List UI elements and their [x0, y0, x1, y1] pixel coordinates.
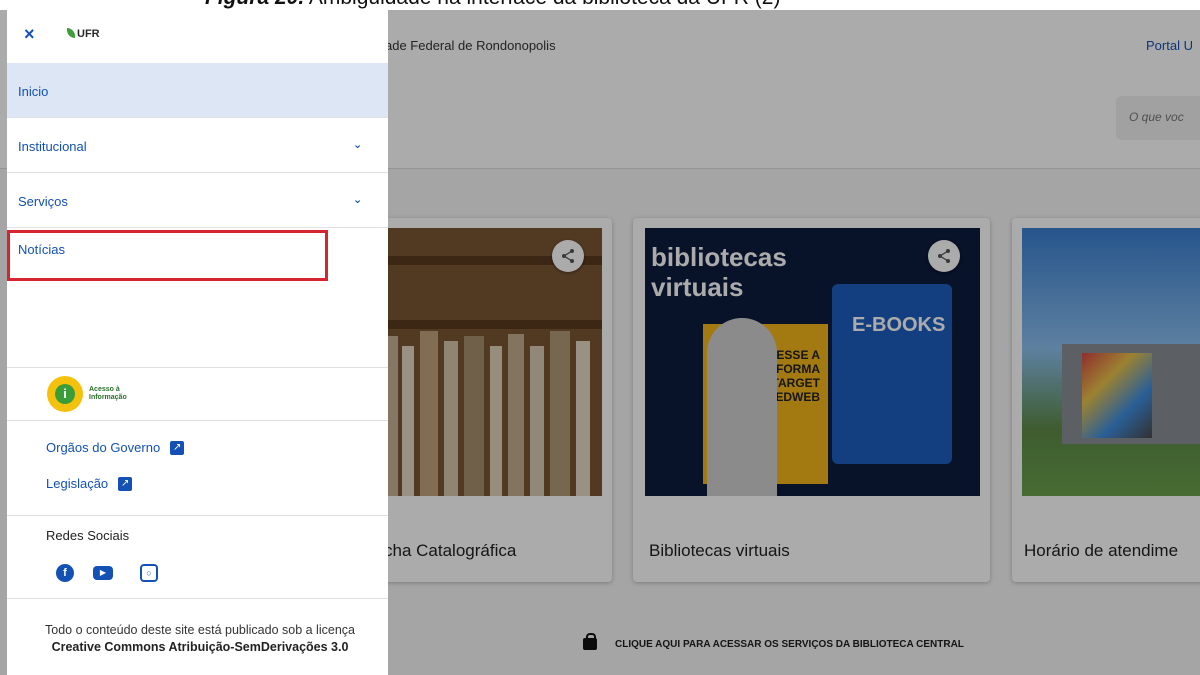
- nav-item-label: Institucional: [18, 139, 87, 154]
- highlight-box: [7, 230, 328, 281]
- license-text: Todo o conteúdo deste site está publicad…: [27, 622, 373, 656]
- chevron-down-icon[interactable]: ⌄: [353, 138, 362, 151]
- external-link-icon: ↗: [118, 476, 133, 491]
- nav-item-inicio[interactable]: Inicio: [7, 63, 388, 118]
- legislacao-link[interactable]: Legislação ↗: [46, 476, 133, 491]
- divider: [7, 367, 388, 368]
- drawer-header: × UFR: [7, 10, 388, 63]
- logo-text: UFR: [77, 28, 100, 40]
- figure-caption: Figura 20. Ambiguidade na interface da b…: [0, 0, 1200, 10]
- instagram-icon[interactable]: ○: [140, 564, 158, 582]
- ufr-logo: UFR: [67, 28, 100, 40]
- caption-label: Figura 20.: [205, 0, 304, 9]
- youtube-icon[interactable]: ▶: [93, 566, 113, 580]
- divider: [7, 598, 388, 599]
- divider: [7, 515, 388, 516]
- nav-item-label: Serviços: [18, 194, 68, 209]
- close-icon[interactable]: ×: [24, 24, 35, 45]
- license-name[interactable]: Creative Commons Atribuição-SemDerivaçõe…: [52, 640, 349, 654]
- link-label: Legislação: [46, 476, 109, 491]
- info-icon: i: [47, 376, 83, 412]
- navigation-drawer: × UFR Inicio Institucional ⌄ Serviços ⌄ …: [7, 10, 388, 675]
- orgaos-governo-link[interactable]: Orgãos do Governo ↗: [46, 440, 185, 455]
- external-link-icon: ↗: [170, 440, 185, 455]
- redes-sociais-title: Redes Sociais: [46, 528, 130, 543]
- acesso-informacao-link[interactable]: i Acesso à Informação: [47, 376, 127, 412]
- caption-text: Ambiguidade na interface da biblioteca d…: [304, 0, 781, 9]
- facebook-icon[interactable]: f: [56, 564, 74, 582]
- chevron-down-icon[interactable]: ⌄: [353, 193, 362, 206]
- license-prefix: Todo o conteúdo deste site está publicad…: [45, 623, 355, 637]
- nav-item-label: Inicio: [18, 84, 49, 99]
- divider: [7, 420, 388, 421]
- nav-item-servicos[interactable]: Serviços ⌄: [7, 173, 388, 228]
- link-label: Orgãos do Governo: [46, 440, 161, 455]
- nav-item-institucional[interactable]: Institucional ⌄: [7, 118, 388, 173]
- acesso-informacao-label: Acesso à Informação: [89, 386, 127, 401]
